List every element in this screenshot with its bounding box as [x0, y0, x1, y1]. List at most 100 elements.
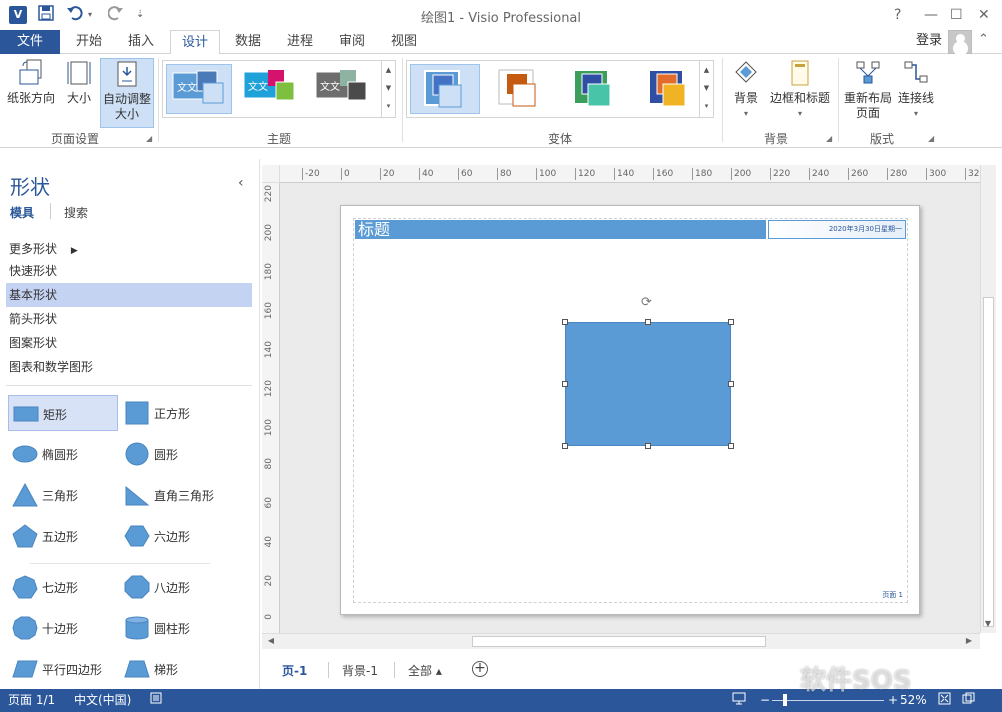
horizontal-ruler[interactable]: -20 0 20 40 60 80 100 120 140 160 180 200 220 240 260 2… [280, 165, 982, 183]
shape-triangle[interactable]: 三角形 [8, 477, 118, 513]
zoom-slider[interactable] [772, 700, 884, 701]
variant-thumb-blue[interactable] [410, 64, 480, 114]
redo-icon[interactable] [107, 5, 124, 26]
layouts-launcher-icon[interactable]: ◢ [928, 134, 934, 143]
close-button[interactable]: ✕ [978, 5, 990, 25]
page-tab-background-1[interactable]: 背景-1 [342, 662, 378, 679]
vertical-scroll-thumb[interactable] [983, 297, 994, 627]
theme-thumb-gray[interactable]: 文文 [310, 64, 376, 114]
shape-circle[interactable]: 圆形 [120, 436, 230, 472]
variants-gallery-scroll[interactable]: ▲ ▼ ▾ [699, 61, 713, 117]
variant-thumb-green[interactable] [560, 64, 630, 114]
drawing-page[interactable]: 标题 2020年3月30日星期一 ⟳ 页面 1 [340, 205, 920, 615]
borders-titles-button[interactable]: 边框和标题 ▾ [768, 58, 832, 121]
visio-app-icon[interactable]: V [9, 6, 27, 24]
resize-handle[interactable] [562, 443, 568, 449]
theme-thumb-office[interactable]: 文文 [166, 64, 232, 114]
background-button[interactable]: 背景 ▾ [728, 58, 764, 121]
language-indicator[interactable]: 中文(中国) [74, 692, 131, 709]
tab-home[interactable]: 开始 [66, 30, 112, 54]
zoom-level[interactable]: 52% [900, 692, 927, 709]
sign-in-link[interactable]: 登录 [916, 30, 942, 52]
auto-size-button[interactable]: 自动调整 大小 [100, 58, 154, 128]
theme-thumb-color[interactable]: 文文 [238, 64, 304, 114]
scroll-right-icon[interactable]: ▶ [962, 634, 976, 648]
tab-search[interactable]: 搜索 [64, 204, 88, 221]
tab-design[interactable]: 设计 [170, 30, 220, 55]
selected-rectangle-shape[interactable] [565, 322, 731, 446]
tab-file[interactable]: 文件 [0, 30, 60, 54]
backgrounds-launcher-icon[interactable]: ◢ [826, 134, 832, 143]
page-tab-1[interactable]: 页-1 [282, 662, 307, 679]
horizontal-scrollbar[interactable]: ◀ ▶ [262, 633, 980, 649]
page-setup-launcher-icon[interactable]: ◢ [146, 134, 152, 143]
undo-icon[interactable] [66, 5, 84, 26]
all-pages-menu[interactable]: 全部 ▴ [408, 662, 442, 679]
size-button[interactable]: 大小 [62, 58, 96, 106]
page-indicator[interactable]: 页面 1/1 [8, 692, 55, 709]
connectors-button[interactable]: 连接线 ▾ [896, 58, 936, 121]
rotate-handle-icon[interactable]: ⟳ [641, 296, 655, 310]
help-icon[interactable]: ? [894, 5, 901, 25]
macro-icon[interactable] [150, 692, 162, 709]
orientation-button[interactable]: 纸张方向 [4, 58, 58, 106]
resize-handle[interactable] [562, 319, 568, 325]
tab-review[interactable]: 审阅 [330, 30, 374, 54]
page-date-box[interactable]: 2020年3月30日星期一 [768, 220, 906, 239]
avatar[interactable] [948, 30, 972, 54]
vertical-ruler[interactable]: 220 200 180 160 140 120 100 80 60 40 20 0 [262, 183, 280, 633]
tab-stencils[interactable]: 模具 [10, 204, 34, 221]
stencil-item-charts-math[interactable]: 图表和数学图形 [6, 355, 252, 379]
resize-handle[interactable] [728, 443, 734, 449]
stencil-item-basic-shapes[interactable]: 基本形状 [6, 283, 252, 307]
scroll-left-icon[interactable]: ◀ [264, 634, 278, 648]
stencil-item-pattern-shapes[interactable]: 图案形状 [6, 331, 252, 355]
shape-rectangle[interactable]: 矩形 [8, 395, 118, 431]
shape-parallelogram[interactable]: 平行四边形 [8, 651, 118, 687]
chevron-left-icon[interactable]: ‹ [238, 175, 244, 191]
shape-right-triangle[interactable]: 直角三角形 [120, 477, 230, 513]
shape-cylinder[interactable]: 圆柱形 [120, 610, 230, 646]
resize-handle[interactable] [645, 319, 651, 325]
add-page-icon[interactable]: + [472, 661, 488, 677]
zoom-out-button[interactable]: − [760, 692, 770, 709]
resize-handle[interactable] [562, 381, 568, 387]
horizontal-scroll-thumb[interactable] [472, 636, 766, 647]
presentation-mode-icon[interactable] [732, 692, 746, 710]
shape-square[interactable]: 正方形 [120, 395, 230, 431]
shape-octagon[interactable]: 八边形 [120, 569, 230, 605]
stencil-item-arrow-shapes[interactable]: 箭头形状 [6, 307, 252, 331]
zoom-slider-thumb[interactable] [783, 694, 788, 706]
shape-decagon[interactable]: 十边形 [8, 610, 118, 646]
page-title-band[interactable]: 标题 [355, 220, 766, 239]
tab-insert[interactable]: 插入 [118, 30, 164, 54]
themes-gallery-scroll[interactable]: ▲ ▼ ▾ [381, 61, 395, 117]
tab-process[interactable]: 进程 [278, 30, 322, 54]
zoom-in-button[interactable]: + [888, 692, 898, 709]
resize-handle[interactable] [728, 319, 734, 325]
variant-thumb-navy[interactable] [635, 64, 705, 114]
vertical-scrollbar[interactable]: ▼ [980, 165, 996, 633]
stencil-item-quick-shapes[interactable]: 快速形状 [6, 259, 252, 283]
tab-data[interactable]: 数据 [226, 30, 270, 54]
shape-hexagon[interactable]: 六边形 [120, 518, 230, 554]
save-icon[interactable] [38, 5, 54, 26]
variant-thumb-orange[interactable] [485, 64, 555, 114]
shape-ellipse[interactable]: 椭圆形 [8, 436, 118, 472]
ruler-corner[interactable] [262, 165, 280, 183]
resize-handle[interactable] [728, 381, 734, 387]
fit-page-icon[interactable] [938, 692, 951, 710]
switch-windows-icon[interactable] [962, 692, 975, 710]
minimize-button[interactable]: — [924, 5, 938, 25]
ribbon-collapse-icon[interactable]: ⌃ [978, 32, 989, 47]
tab-view[interactable]: 视图 [382, 30, 426, 54]
shape-heptagon[interactable]: 七边形 [8, 569, 118, 605]
shape-trapezoid[interactable]: 梯形 [120, 651, 230, 687]
relayout-page-button[interactable]: 重新布局 页面 [842, 58, 894, 121]
restore-button[interactable]: ☐ [950, 5, 963, 25]
resize-handle[interactable] [645, 443, 651, 449]
undo-dropdown-icon[interactable]: ▾ [88, 5, 92, 25]
drawing-canvas[interactable]: 标题 2020年3月30日星期一 ⟳ 页面 1 [280, 183, 980, 633]
more-shapes-item[interactable]: 更多形状 ▶ [6, 237, 252, 261]
scroll-down-icon[interactable]: ▼ [981, 617, 995, 631]
